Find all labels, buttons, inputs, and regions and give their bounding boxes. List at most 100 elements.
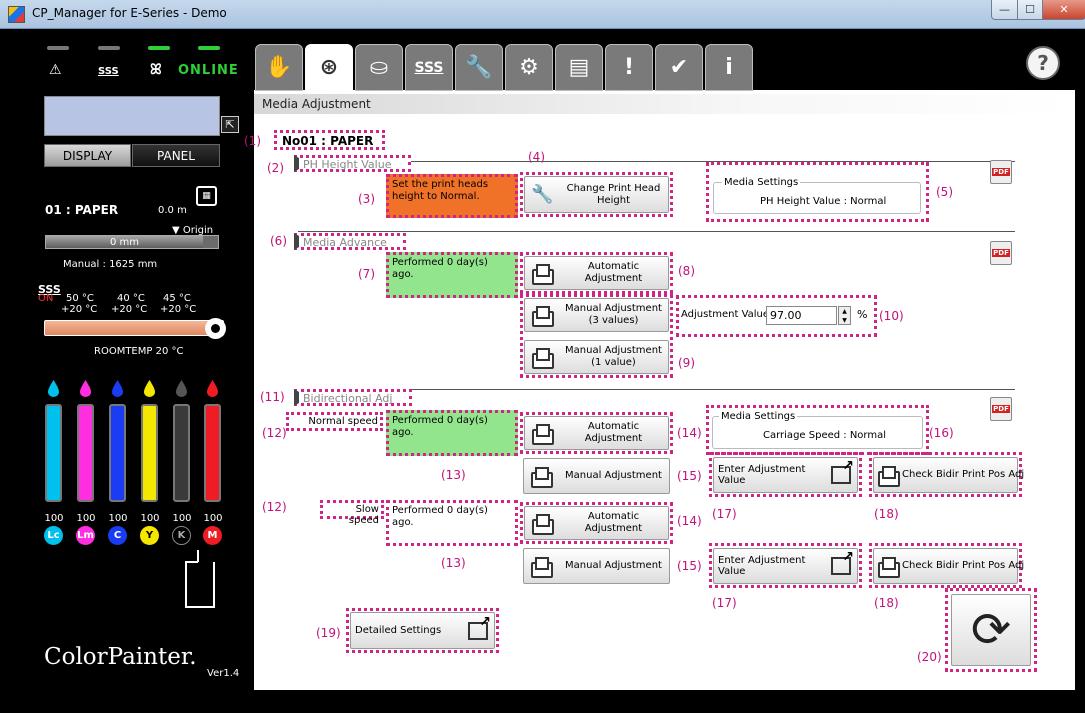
slow-speed-manual-button[interactable]: Manual Adjustment bbox=[523, 548, 670, 584]
tab-nozzle[interactable]: ⛀ bbox=[355, 44, 403, 91]
ink-drop-icon bbox=[174, 379, 189, 397]
callout-label: (12) bbox=[262, 426, 287, 440]
button-label: Automatic Adjustment bbox=[584, 511, 643, 534]
ink-tank bbox=[45, 404, 62, 502]
wrench-icon: 🔧 bbox=[531, 183, 554, 205]
change-print-head-height-button[interactable]: 🔧 Change Print Head Height bbox=[524, 176, 669, 213]
ink-level: 100 bbox=[108, 513, 128, 524]
ink-level: 100 bbox=[140, 513, 160, 524]
tab-settings[interactable]: ⚙ bbox=[505, 44, 553, 91]
normal-speed-auto-button[interactable]: Automatic Adjustment bbox=[524, 416, 669, 450]
panel-button[interactable]: PANEL bbox=[132, 144, 220, 167]
printer-icon bbox=[877, 556, 900, 578]
printer-icon bbox=[531, 423, 554, 445]
header-bar bbox=[254, 94, 1075, 114]
normal-check-bidir-button[interactable]: Check Bidir Print Pos Adj bbox=[873, 457, 1024, 493]
media-advance-manual-3-button[interactable]: Manual Adjustment (3 values) bbox=[524, 298, 669, 332]
callout-label: (7) bbox=[358, 267, 375, 281]
callout-label: (3) bbox=[358, 192, 375, 206]
callout-label: (18) bbox=[874, 596, 899, 610]
callout-label: (12) bbox=[262, 500, 287, 514]
tab-heater[interactable]: SSS bbox=[405, 44, 453, 91]
app-icon bbox=[8, 6, 25, 23]
button-label: Automatic Adjustment bbox=[584, 261, 643, 284]
tab-warnings[interactable]: ! bbox=[605, 44, 653, 91]
slow-check-bidir-button[interactable]: Check Bidir Print Pos Adj bbox=[873, 548, 1024, 584]
pdf-icon[interactable]: PDF bbox=[990, 397, 1012, 421]
detailed-settings-button[interactable]: Detailed Settings bbox=[350, 612, 495, 649]
printer-icon bbox=[531, 513, 554, 535]
media-advance-auto-button[interactable]: Automatic Adjustment bbox=[524, 256, 669, 290]
refresh-icon: ⟳ bbox=[970, 602, 1012, 658]
tab-information[interactable]: i bbox=[705, 44, 753, 91]
tab-maintenance[interactable]: 🔧 bbox=[455, 44, 503, 91]
callout-label: (20) bbox=[917, 650, 942, 664]
tab-manual-operation[interactable]: ✋ bbox=[255, 44, 303, 91]
pdf-icon[interactable]: PDF bbox=[990, 241, 1012, 265]
printer-display bbox=[44, 96, 220, 136]
tab-media-settings[interactable]: ▤ bbox=[555, 44, 603, 91]
printer-icon bbox=[877, 465, 900, 487]
external-window-icon bbox=[468, 614, 491, 640]
slow-enter-adjustment-button[interactable]: Enter Adjustment Value bbox=[713, 548, 858, 584]
printer-icon bbox=[531, 305, 554, 327]
callout-label: (10) bbox=[879, 309, 904, 323]
callout-label: (16) bbox=[929, 426, 954, 440]
minimize-button[interactable]: — bbox=[991, 0, 1018, 20]
pdf-icon[interactable]: PDF bbox=[990, 160, 1012, 184]
media-position: 0.0 m bbox=[158, 205, 187, 216]
printer-icon bbox=[530, 556, 553, 578]
ink-drop-icon bbox=[78, 379, 93, 397]
refresh-button[interactable]: ⟳ bbox=[951, 594, 1031, 666]
ink-tank bbox=[173, 404, 190, 502]
callout-label: (13) bbox=[441, 556, 466, 570]
callout-label: (11) bbox=[260, 390, 285, 404]
ink-drop-icon bbox=[205, 379, 220, 397]
callout-label: (4) bbox=[528, 150, 545, 164]
ink-icon: ꕤ bbox=[150, 62, 162, 78]
slow-speed-auto-button[interactable]: Automatic Adjustment bbox=[524, 506, 669, 540]
button-label: Manual Adjustment (3 values) bbox=[565, 303, 662, 326]
maximize-button[interactable]: ☐ bbox=[1017, 0, 1043, 20]
ink-level: 100 bbox=[203, 513, 223, 524]
callout-label: (1) bbox=[244, 134, 261, 148]
slow-speed-status: Performed 0 day(s) ago. bbox=[386, 500, 518, 546]
ph-height-title: PH Height Value bbox=[294, 155, 411, 172]
adjustment-value-spinner[interactable]: ▲ ▼ bbox=[838, 306, 851, 325]
expand-icon[interactable]: ⇱ bbox=[221, 116, 239, 133]
adjustment-unit: % bbox=[857, 308, 868, 321]
window-title: CP_Manager for E-Series - Demo bbox=[32, 6, 227, 20]
normal-speed-manual-button[interactable]: Manual Adjustment bbox=[523, 458, 670, 494]
external-window-icon bbox=[831, 549, 854, 575]
ink-drop-icon bbox=[142, 379, 157, 397]
callout-label: (19) bbox=[316, 626, 341, 640]
title-bar: CP_Manager for E-Series - Demo — ☐ ✕ bbox=[0, 0, 1085, 29]
ink-tank bbox=[77, 404, 94, 502]
button-label: Manual Adjustment bbox=[565, 560, 662, 571]
button-label: Automatic Adjustment bbox=[584, 421, 643, 444]
window-frame-bottom bbox=[254, 690, 1085, 713]
display-button[interactable]: DISPLAY bbox=[44, 144, 131, 167]
normal-enter-adjustment-button[interactable]: Enter Adjustment Value bbox=[713, 457, 858, 493]
callout-label: (14) bbox=[677, 514, 702, 528]
slow-speed-label: Slow speed bbox=[320, 500, 384, 526]
media-icon[interactable]: ▦ bbox=[196, 186, 217, 206]
ph-height-status: Set the print heads height to Normal. bbox=[386, 174, 518, 218]
led-indicator bbox=[98, 46, 120, 50]
heater-temp: 50 °C bbox=[66, 293, 94, 304]
ink-drop-icon bbox=[46, 379, 61, 397]
normal-speed-status: Performed 0 day(s) ago. bbox=[386, 410, 518, 456]
close-button[interactable]: ✕ bbox=[1042, 0, 1085, 20]
callout-label: (13) bbox=[441, 468, 466, 482]
media-advance-manual-1-button[interactable]: Manual Adjustment (1 value) bbox=[524, 340, 669, 374]
adjustment-value-input[interactable]: 97.00 bbox=[766, 306, 837, 325]
callout-label: (15) bbox=[677, 469, 702, 483]
ink-name: Y bbox=[140, 526, 159, 545]
window-frame-right bbox=[1075, 29, 1085, 713]
tab-media-adjustment[interactable]: ⊛ bbox=[305, 44, 353, 91]
settings-group-title: Media Settings bbox=[722, 177, 801, 188]
help-icon[interactable]: ? bbox=[1026, 46, 1060, 80]
online-status: ONLINE bbox=[178, 63, 239, 78]
tab-check[interactable]: ✔ bbox=[655, 44, 703, 91]
button-label: Manual Adjustment bbox=[565, 470, 662, 481]
